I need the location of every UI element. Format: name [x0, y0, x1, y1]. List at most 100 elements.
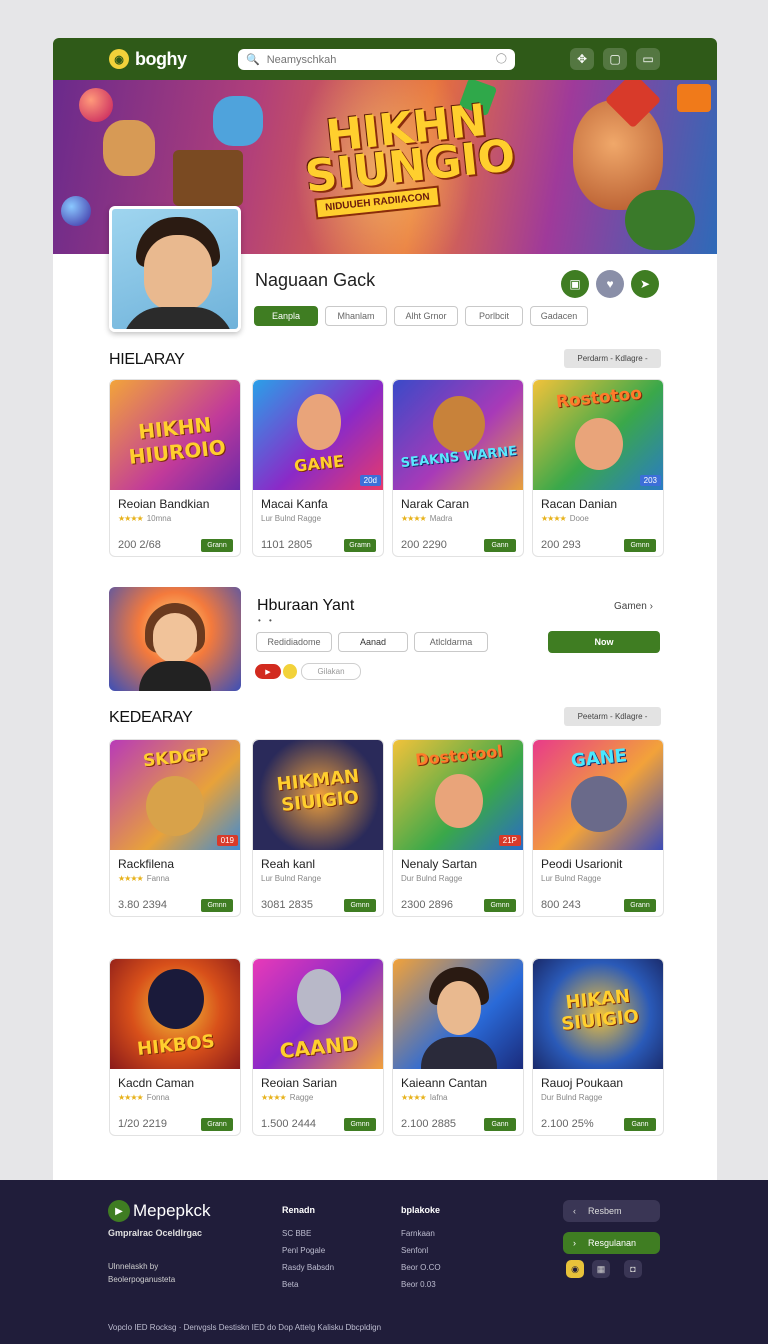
game-thumbnail: [393, 959, 523, 1069]
game-title: Narak Caran: [401, 497, 470, 511]
game-card[interactable]: GANE 20d Macai Kanfa Lur Bulnd Ragge 110…: [252, 379, 384, 557]
footer-link[interactable]: Farnkaan: [401, 1229, 435, 1238]
play-button[interactable]: Gmnn: [201, 899, 233, 912]
now-button[interactable]: Now: [548, 631, 660, 653]
game-card[interactable]: Dostotool 21P Nenaly Sartan Dur Bulnd Ra…: [392, 739, 524, 917]
feature-dots: • •: [258, 616, 275, 625]
feature-tab[interactable]: Redidiadome: [256, 632, 332, 652]
tab-porlbcit[interactable]: Porlbcit: [465, 306, 523, 326]
tab-gadacen[interactable]: Gadacen: [530, 306, 588, 326]
footer-link[interactable]: Senfonl: [401, 1246, 428, 1255]
footer-link[interactable]: Beta: [282, 1280, 298, 1289]
game-thumbnail: HIKBOS: [110, 959, 240, 1069]
footer-col-title: Renadn: [282, 1205, 316, 1215]
play-icon[interactable]: ▶: [255, 664, 281, 679]
section-title-1: HIELARAY: [109, 351, 185, 368]
search-input[interactable]: [266, 53, 487, 66]
play-icon[interactable]: ▶: [108, 1200, 130, 1222]
footer-link[interactable]: Penl Pogale: [282, 1246, 325, 1255]
play-button[interactable]: Gmnn: [624, 539, 656, 552]
game-score: 200 2290: [401, 539, 447, 551]
game-card[interactable]: SEAKNS WARNE Narak Caran ★★★★ Madra 200 2…: [392, 379, 524, 557]
heart-icon[interactable]: ♥: [596, 270, 624, 298]
star-icon: ★★★★: [261, 1093, 287, 1102]
game-card[interactable]: SKDGP 019 Rackfilena ★★★★ Fanna 3.80 2394…: [109, 739, 241, 917]
footer-link[interactable]: SC BBE: [282, 1229, 311, 1238]
mic-icon[interactable]: ◯: [496, 53, 507, 64]
game-rating: ★★★★ Madra: [401, 514, 453, 523]
game-rating: ★★★★ 10mna: [118, 514, 172, 523]
share-icon[interactable]: ➤: [631, 270, 659, 298]
play-button[interactable]: Gramn: [344, 539, 376, 552]
game-card[interactable]: Rostotoo 203 Racan Danian ★★★★ Dooe 200 2…: [532, 379, 664, 557]
see-more-link[interactable]: Gamen ›: [614, 601, 653, 612]
play-button[interactable]: Grann: [201, 539, 233, 552]
banner-title: HIKHN SIUNGIO: [302, 94, 518, 203]
play-button[interactable]: Gann: [624, 1118, 656, 1131]
game-rating: Dur Bulnd Ragge: [541, 1093, 603, 1102]
orb-icon: [61, 196, 91, 226]
footer-button-2[interactable]: › Resgulanan: [563, 1232, 660, 1254]
section-filter-2[interactable]: Peetarm - Kdlagre -: [564, 707, 661, 726]
tab-alht-grnor[interactable]: Alht Grnor: [394, 306, 458, 326]
blocks-icon: [173, 150, 243, 206]
controller-icon[interactable]: ◉: [109, 49, 129, 69]
game-rating: ★★★★ Iafna: [401, 1093, 448, 1102]
feature-tab[interactable]: Aanad: [338, 632, 408, 652]
footer-link[interactable]: Rasdy Babsdn: [282, 1263, 334, 1272]
footer-logo[interactable]: Mepepkck: [133, 1201, 210, 1221]
gamepad-icon[interactable]: ✥: [570, 48, 594, 70]
game-thumbnail: HIKMAN SIUIGIO: [253, 740, 383, 850]
bag-icon[interactable]: ▭: [636, 48, 660, 70]
footer-subtitle: Gmpralrac Oceldlrgac: [108, 1228, 203, 1238]
game-thumbnail: CAAND: [253, 959, 383, 1069]
game-title: Peodi Usarionit: [541, 857, 623, 871]
play-button[interactable]: Grann: [201, 1118, 233, 1131]
game-card[interactable]: CAAND Reoian Sarian ★★★★ Ragge 1.500 2444…: [252, 958, 384, 1136]
chevron-left-icon: ‹: [573, 1206, 576, 1216]
play-button[interactable]: Gann: [484, 1118, 516, 1131]
game-card[interactable]: HIKHN HIUROIO Reoian Bandkian ★★★★ 10mna …: [109, 379, 241, 557]
section-filter-1[interactable]: Perdarm - Kdlagre -: [564, 349, 661, 368]
game-rating: ★★★★ Dooe: [541, 514, 589, 523]
game-score: 1101 2805: [261, 539, 313, 551]
footer-link[interactable]: Beor 0.03: [401, 1280, 436, 1289]
game-card[interactable]: GANE Peodi Usarionit Lur Bulnd Ragge 800…: [532, 739, 664, 917]
chevron-right-icon: ›: [573, 1238, 576, 1248]
gift-icon[interactable]: ▣: [561, 270, 589, 298]
footer-button-1[interactable]: ‹ Resbem: [563, 1200, 660, 1222]
tab-mhanlam[interactable]: Mhanlam: [325, 306, 387, 326]
search-bar[interactable]: 🔍 ◯: [238, 49, 515, 70]
game-card[interactable]: HIKMAN SIUIGIO Reah kanl Lur Bulnd Range…: [252, 739, 384, 917]
grid-icon[interactable]: ▦: [592, 1260, 610, 1278]
search-icon: 🔍: [246, 54, 260, 66]
game-card[interactable]: HIKBOS Kacdn Caman ★★★★ Fonna 1/20 2219 G…: [109, 958, 241, 1136]
feature-thumbnail[interactable]: [109, 587, 241, 691]
footer-link[interactable]: Beor O.CO: [401, 1263, 441, 1272]
footer-bottom-links[interactable]: Vopclo IED Rocksg · Denvgsls Destiskn IE…: [108, 1323, 381, 1332]
star-icon: ★★★★: [401, 514, 427, 523]
play-button[interactable]: Gmnn: [344, 899, 376, 912]
play-button[interactable]: Grann: [624, 899, 656, 912]
chat-icon[interactable]: ▢: [603, 48, 627, 70]
coin-icon[interactable]: ◉: [566, 1260, 584, 1278]
game-thumbnail: HIKAN SIUIGIO: [533, 959, 663, 1069]
game-score: 800 243: [541, 899, 581, 911]
game-rating: Lur Bulnd Ragge: [541, 874, 602, 883]
game-rating: Lur Bulnd Range: [261, 874, 322, 883]
game-score: 1.500 2444: [261, 1118, 317, 1130]
game-score: 200 293: [541, 539, 581, 551]
game-card[interactable]: HIKAN SIUIGIO Rauoj Poukaan Dur Bulnd Ra…: [532, 958, 664, 1136]
game-score: 200 2/68: [118, 539, 161, 551]
app-logo[interactable]: boghy: [135, 49, 187, 70]
tab-eanpla[interactable]: Eanpla: [254, 306, 318, 326]
game-card[interactable]: Kaieann Cantan ★★★★ Iafna 2.100 2885 Gann: [392, 958, 524, 1136]
camera-icon[interactable]: ◘: [624, 1260, 642, 1278]
play-button[interactable]: Gmnn: [484, 899, 516, 912]
feature-tab[interactable]: Atlcldarma: [414, 632, 488, 652]
feature-tag[interactable]: Gilakan: [301, 663, 361, 680]
play-button[interactable]: Gmnn: [344, 1118, 376, 1131]
avatar[interactable]: [109, 206, 241, 332]
play-button[interactable]: Gann: [484, 539, 516, 552]
game-thumbnail: SKDGP 019: [110, 740, 240, 850]
